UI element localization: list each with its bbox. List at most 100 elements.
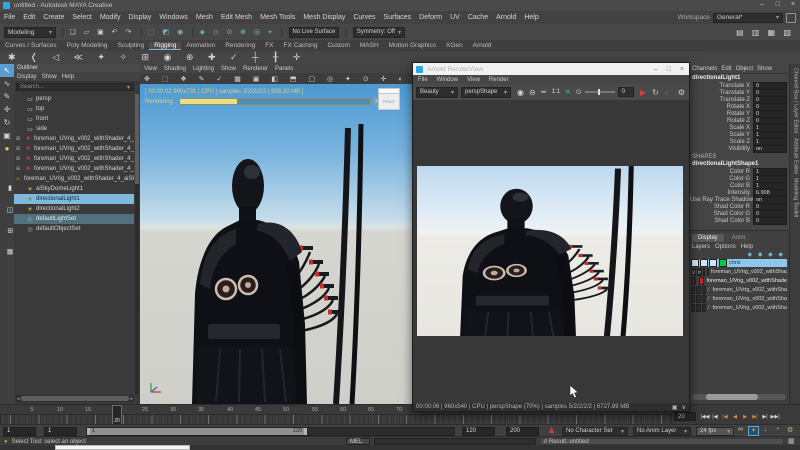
step-back-frame-button[interactable]: |◀ — [710, 411, 720, 423]
move-tool-icon[interactable]: ✛ — [0, 103, 14, 116]
script-editor-icon[interactable]: ▦ — [788, 437, 795, 445]
outliner-menu-help[interactable]: Help — [62, 74, 74, 80]
step-forward-frame-button[interactable]: ▶| — [760, 411, 770, 423]
menu-curves[interactable]: Curves — [349, 14, 379, 21]
channelbox-menu-channels[interactable]: Channels — [692, 66, 717, 72]
shelf-tab-arnold[interactable]: Arnold — [468, 42, 497, 49]
shelf-tab-motion-graphics[interactable]: Motion Graphics — [384, 42, 441, 49]
layer-visibility-toggle[interactable] — [691, 304, 696, 312]
command-language-selector[interactable]: MEL — [346, 438, 370, 445]
channel-value-field[interactable]: 0 — [753, 216, 787, 225]
shelf-tab-curves-surfaces[interactable]: Curves / Surfaces — [0, 42, 62, 49]
outliner-item-mesh[interactable]: ⊞ ■ foreman_UVrig_v002_withShader_4_rig — [14, 164, 134, 174]
menu-modify[interactable]: Modify — [96, 14, 125, 21]
layer-visibility-toggle[interactable]: V — [691, 268, 697, 276]
layer-visibility-toggle[interactable] — [691, 259, 699, 267]
auto-keyframe-toggle[interactable]: ✦ — [748, 425, 759, 436]
channelbox-menu-object[interactable]: Object — [736, 66, 753, 72]
go-to-end-button[interactable]: ▶▶| — [770, 411, 780, 423]
layer-row-selected[interactable]: chris — [691, 259, 787, 267]
outliner-search-input[interactable]: Search... ▾ — [16, 83, 134, 91]
fps-selector[interactable]: 24 fps ▾ — [696, 426, 734, 436]
playback-start-field[interactable]: 1 — [44, 426, 77, 436]
expand-icon[interactable]: ⊞ — [14, 146, 22, 152]
minimize-button[interactable]: – — [654, 66, 658, 73]
outliner-item-mesh-hidden[interactable]: ☀ foreman_UVrig_v002_withShader_4_aiSk — [14, 174, 134, 184]
scroll-left-icon[interactable]: ◂ — [17, 396, 20, 402]
outliner-menu-show[interactable]: Show — [42, 74, 57, 80]
panel-menu-renderer[interactable]: Renderer — [243, 66, 268, 72]
panel-menu-lighting[interactable]: Lighting — [193, 66, 214, 72]
paint-select-tool-icon[interactable]: ✎ — [0, 90, 14, 103]
aov-selector[interactable]: Beauty ▾ — [416, 86, 458, 98]
symmetry-button[interactable]: Symmetry: Off ▾ — [352, 26, 405, 38]
menu-mesh-tools[interactable]: Mesh Tools — [256, 14, 299, 21]
viewport-toolbar-icons[interactable]: ✥ ⬚ ❖ ✎ ✓ ▦ ▣ ◧ ⬒ ▢ ◎ ✦ ⊙ ✛ ◐ ⊞ — [144, 75, 412, 83]
exposure-value-field[interactable]: 0 — [617, 87, 634, 97]
layer-row[interactable]: foreman_UVrig_v002_withShade — [691, 277, 787, 285]
file-operation-icons[interactable]: ❏ ▱ ▣ ↶ ↷ — [70, 28, 135, 36]
panel-menu-panels[interactable]: Panels — [275, 66, 293, 72]
layer-color-swatch[interactable] — [707, 268, 710, 276]
close-button[interactable]: × — [680, 66, 684, 73]
menu-edit[interactable]: Edit — [19, 14, 39, 21]
menu-edit-mesh[interactable]: Edit Mesh — [217, 14, 256, 21]
menu-help[interactable]: Help — [520, 14, 542, 21]
channelbox-menu-edit[interactable]: Edit — [721, 66, 731, 72]
range-slider-bar[interactable]: 1 120 — [87, 427, 308, 435]
rv-menu-view[interactable]: View — [467, 77, 480, 83]
outliner-item-directional-light2[interactable]: ☀ directionalLight2 — [14, 204, 134, 214]
layers-menu[interactable]: Layers — [692, 244, 710, 250]
shelf-tab-animation[interactable]: Animation — [181, 42, 220, 49]
viewport-canvas[interactable]: [ 00:00:02 960x731 | CPU | samples 3/2/2… — [140, 84, 412, 404]
outliner-item-default-light-set[interactable]: ◎ defaultLightSet — [14, 214, 134, 224]
current-time-field[interactable]: 20 — [674, 412, 696, 421]
expand-icon[interactable]: ⊞ — [14, 166, 22, 172]
last-tool-icon[interactable]: ● — [0, 142, 14, 155]
current-frame-marker[interactable]: 20 — [112, 405, 122, 425]
channel-value-field[interactable]: on — [753, 144, 787, 153]
animation-end-field[interactable]: 200 — [506, 426, 539, 436]
outliner-item-default-object-set[interactable]: ◎ defaultObjectSet — [14, 224, 134, 234]
character-set-icon[interactable]: ♟ — [548, 426, 555, 435]
anim-layer-selector[interactable]: No Anim Layer ▾ — [633, 426, 691, 436]
outliner-menu-display[interactable]: Display — [17, 74, 37, 80]
menu-display[interactable]: Display — [124, 14, 155, 21]
menu-windows[interactable]: Windows — [155, 14, 191, 21]
menu-file[interactable]: File — [0, 14, 19, 21]
layer-row[interactable]: ∕ foreman_UVrig_v002_withSha — [691, 295, 787, 303]
layer-display-toggle[interactable] — [701, 286, 707, 294]
start-render-button[interactable]: ▶ — [640, 88, 646, 97]
exposure-icon[interactable]: ⊙ — [576, 88, 582, 96]
outliner-item-mesh[interactable]: ⊞ ■ foreman_UVrig_v002_withShader_4_md — [14, 144, 134, 154]
debug-shading-icon[interactable]: ➥ — [541, 88, 547, 96]
menu-deform[interactable]: Deform — [415, 14, 446, 21]
menu-create[interactable]: Create — [39, 14, 68, 21]
layer-display-toggle[interactable] — [703, 268, 706, 276]
layer-visibility-toggle[interactable] — [691, 286, 696, 294]
menu-set-selector[interactable]: Modeling ▾ — [4, 26, 56, 38]
shelf-tab-mash[interactable]: MASH — [355, 42, 384, 49]
step-back-key-button[interactable]: |◀ — [720, 411, 730, 423]
layer-visibility-toggle[interactable] — [691, 277, 697, 285]
layer-visibility-toggle[interactable] — [691, 295, 696, 303]
layer-playback-toggle[interactable] — [700, 259, 708, 267]
layer-playback-toggle[interactable] — [696, 286, 701, 294]
status-expand-icon[interactable]: ∨ — [682, 404, 686, 411]
camera-selector[interactable]: perspShape ▾ — [461, 86, 511, 98]
command-result-field[interactable]: // Result: untitled — [540, 438, 784, 445]
layer-display-toggle[interactable] — [701, 304, 707, 312]
sidebar-toggle-icons[interactable]: ▤ ▥ ▦ ▧ — [736, 28, 794, 37]
outliner-item-front[interactable]: ▭ front — [14, 114, 134, 124]
layer-color-swatch[interactable] — [699, 277, 705, 285]
shelf-tab-custom[interactable]: Custom — [322, 42, 354, 49]
audio-mute-icon[interactable]: ♩ — [665, 89, 672, 96]
menu-mesh-display[interactable]: Mesh Display — [299, 14, 349, 21]
go-to-start-button[interactable]: |◀◀ — [700, 411, 710, 423]
outliner-horizontal-scrollbar[interactable]: ◂ ▸ — [16, 395, 134, 402]
expand-icon[interactable]: ⊞ — [14, 136, 22, 142]
tab-modeling-toolkit[interactable]: Modeling Toolkit — [793, 178, 799, 217]
tab-attribute-editor[interactable]: Attribute Editor — [793, 138, 799, 174]
shelf-tab-rigging[interactable]: Rigging — [149, 41, 182, 50]
layer-playback-toggle[interactable]: P — [697, 268, 703, 276]
